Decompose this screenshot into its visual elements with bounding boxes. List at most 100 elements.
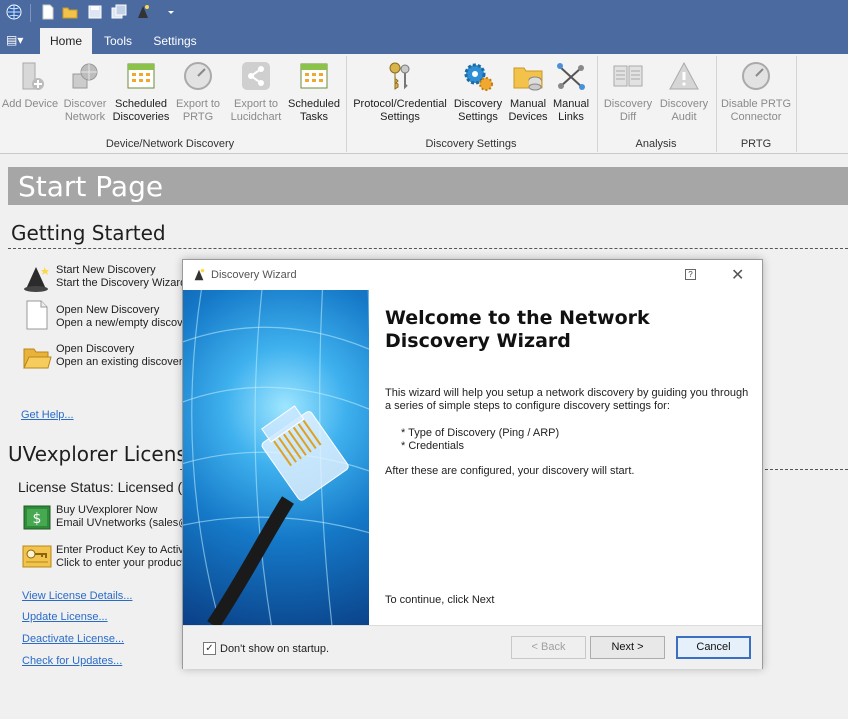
manual-devices-label-2: Devices (508, 111, 548, 123)
buy-uvexplorer-title: Buy UVexplorer Now (56, 504, 158, 516)
dont-show-checkbox[interactable]: ✓ (203, 642, 216, 655)
network-cable-image (183, 290, 369, 625)
dialog-title-bar: Discovery Wizard ? ✕ (183, 260, 762, 290)
manual-devices-button[interactable]: Manual Devices (506, 60, 550, 124)
scheduled-discoveries-label-1: Scheduled (115, 98, 167, 110)
network-discover-icon (72, 63, 98, 89)
svg-text:$: $ (33, 511, 42, 527)
export-prtg-button[interactable]: Export to PRTG (172, 60, 224, 124)
manual-links-label-1: Manual (552, 98, 590, 110)
dialog-content: Welcome to the Network Discovery Wizard (385, 290, 755, 353)
scheduled-discoveries-label-2: Discoveries (112, 111, 170, 123)
group-label-analysis: Analysis (635, 138, 677, 150)
disable-prtg-label-2: Connector (730, 111, 782, 123)
license-status: License Status: Licensed (7 (18, 479, 190, 495)
app-menu-icon[interactable]: ▤▾ (6, 33, 26, 47)
tab-tools[interactable]: Tools (96, 28, 140, 54)
get-help-link[interactable]: Get Help... (21, 409, 74, 421)
view-license-details-link[interactable]: View License Details... (22, 590, 132, 602)
scheduled-tasks-label-2: Tasks (299, 111, 329, 123)
deactivate-license-link[interactable]: Deactivate License... (22, 633, 124, 645)
disable-prtg-connector-button[interactable]: Disable PRTG Connector (720, 60, 792, 124)
getting-started-heading: Getting Started (11, 221, 166, 245)
export-lucidchart-label-1: Export to (233, 98, 279, 110)
buy-uvexplorer-item[interactable]: $ Buy UVexplorer Now Email UVnetworks (s… (22, 503, 189, 533)
manual-links-label-2: Links (558, 111, 584, 123)
discovery-settings-label-2: Settings (458, 111, 498, 123)
tab-home[interactable]: Home (40, 28, 92, 54)
wizard-intro-text: This wizard will help you setup a networ… (385, 387, 749, 412)
back-button[interactable]: < Back (511, 636, 586, 659)
ribbon: Add Device Discover Network Scheduled Di… (0, 54, 848, 154)
app-globe-icon[interactable] (6, 4, 22, 20)
open-discovery-desc: Open an existing discovery (56, 356, 189, 368)
group-separator (346, 56, 347, 152)
open-new-discovery-item[interactable]: Open New Discovery Open a new/empty disc… (22, 300, 198, 330)
bullet-credentials: * Credentials (401, 440, 464, 452)
export-prtg-label-1: Export to (175, 98, 221, 110)
discovery-audit-button[interactable]: Discovery Audit (656, 60, 712, 124)
close-icon[interactable]: ✕ (731, 265, 744, 285)
discovery-diff-label-2: Diff (619, 111, 637, 123)
discovery-settings-label-1: Discovery (453, 98, 503, 110)
dialog-footer: ✓ Don't show on startup. < Back Next > C… (183, 625, 762, 669)
start-new-discovery-item[interactable]: Start New Discovery Start the Discovery … (22, 263, 192, 293)
update-license-link[interactable]: Update License... (22, 611, 108, 623)
discover-network-label-2: Network (64, 111, 106, 123)
new-file-icon[interactable] (40, 4, 56, 20)
group-separator (796, 56, 797, 152)
customize-dropdown-icon[interactable] (163, 4, 179, 20)
warning-triangle-icon (669, 61, 699, 90)
disable-prtg-label-1: Disable PRTG (720, 98, 792, 110)
export-lucidchart-button[interactable]: Export to Lucidchart (226, 60, 286, 124)
enter-product-key-title: Enter Product Key to Activ (56, 544, 184, 556)
protocol-credential-label-2: Settings (380, 111, 420, 123)
export-prtg-label-2: PRTG (182, 111, 214, 123)
add-device-label-1: Add Device (1, 98, 59, 110)
wizard-icon[interactable] (135, 4, 151, 20)
check-for-updates-link[interactable]: Check for Updates... (22, 655, 122, 667)
scheduled-tasks-button[interactable]: Scheduled Tasks (286, 60, 342, 124)
group-label-device-network-discovery: Device/Network Discovery (105, 138, 235, 150)
discovery-diff-button[interactable]: Discovery Diff (600, 60, 656, 124)
start-new-discovery-title: Start New Discovery (56, 264, 156, 276)
tab-settings[interactable]: Settings (148, 28, 202, 54)
license-heading: UVexplorer License (8, 442, 200, 466)
gauge-icon (184, 62, 212, 90)
next-button[interactable]: Next > (590, 636, 665, 659)
calendar-tasks-icon (300, 63, 328, 89)
scheduled-discoveries-button[interactable]: Scheduled Discoveries (110, 60, 172, 124)
cancel-button[interactable]: Cancel (676, 636, 751, 659)
save-icon[interactable] (87, 4, 103, 20)
open-discovery-item[interactable]: Open Discovery Open an existing discover… (22, 342, 192, 372)
export-lucidchart-label-2: Lucidchart (230, 111, 282, 123)
page-title: Start Page (18, 170, 164, 203)
open-discovery-title: Open Discovery (56, 343, 135, 355)
start-new-discovery-desc: Start the Discovery Wizard (56, 277, 187, 289)
wizard-hat-icon (24, 267, 49, 292)
network-cable-illustration (183, 290, 369, 625)
scheduled-tasks-label-1: Scheduled (288, 98, 340, 110)
product-key-icon (22, 545, 52, 568)
help-icon[interactable]: ? (685, 269, 696, 280)
enter-product-key-item[interactable]: Enter Product Key to Activ Click to ente… (22, 543, 184, 573)
manual-links-button[interactable]: Manual Links (550, 60, 592, 124)
discovery-settings-button[interactable]: Discovery Settings (452, 60, 504, 124)
discovery-diff-label-1: Discovery (603, 98, 653, 110)
links-icon (557, 63, 585, 90)
gears-icon (464, 63, 493, 91)
save-all-icon[interactable] (111, 4, 127, 20)
add-device-button[interactable]: Add Device (0, 60, 60, 111)
server-add-icon (22, 62, 44, 90)
wizard-after-text: After these are configured, your discove… (385, 465, 635, 477)
ribbon-tab-bar: ▤▾ Home Tools Settings (0, 26, 848, 54)
protocol-credential-settings-button[interactable]: Protocol/Credential Settings (350, 60, 450, 124)
keys-icon (389, 62, 410, 90)
open-new-discovery-desc: Open a new/empty discovery (56, 317, 198, 329)
bullet-discovery-type: * Type of Discovery (Ping / ARP) (401, 427, 560, 439)
group-separator (716, 56, 717, 152)
open-folder-icon[interactable] (62, 4, 78, 20)
discover-network-button[interactable]: Discover Network (60, 60, 110, 124)
blank-document-icon (26, 300, 48, 330)
wizard-heading: Welcome to the Network Discovery Wizard (385, 307, 650, 352)
